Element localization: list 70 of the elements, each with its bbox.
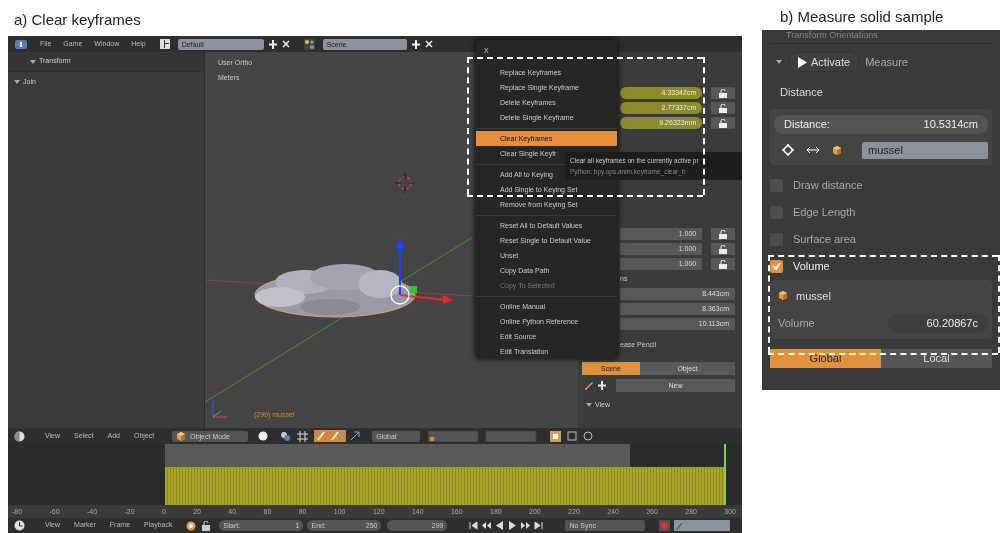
play-icon bbox=[798, 56, 807, 68]
proportional-icon[interactable] bbox=[583, 431, 594, 441]
snap-icon[interactable] bbox=[567, 431, 578, 441]
lock-icon[interactable] bbox=[201, 520, 212, 531]
arrow-icon[interactable] bbox=[350, 431, 361, 441]
plus-icon[interactable] bbox=[268, 39, 277, 49]
tab[interactable]: Global bbox=[770, 349, 881, 368]
camera-icon[interactable] bbox=[186, 520, 197, 531]
pencil-icon[interactable] bbox=[584, 380, 594, 391]
option-label: Edge Length bbox=[793, 204, 856, 220]
lock-icon bbox=[718, 118, 729, 128]
pivot-icon[interactable] bbox=[280, 430, 292, 442]
lock-icon bbox=[718, 244, 729, 254]
layout-icon[interactable] bbox=[159, 39, 170, 49]
record-icon[interactable] bbox=[659, 520, 671, 531]
scene-icon[interactable] bbox=[303, 38, 315, 50]
volume-field[interactable]: 60.20867c bbox=[888, 314, 988, 333]
lock-button[interactable] bbox=[711, 243, 735, 255]
object-field[interactable]: mussel bbox=[862, 141, 988, 159]
lock-icon bbox=[718, 229, 729, 239]
info-icon[interactable] bbox=[14, 38, 28, 50]
lock-button[interactable] bbox=[711, 228, 735, 240]
jump-end-icon[interactable] bbox=[534, 521, 544, 530]
play-icon[interactable] bbox=[508, 521, 518, 530]
panel-title: Measure bbox=[865, 54, 908, 70]
double-arrow-icon[interactable] bbox=[806, 146, 820, 154]
close-icon[interactable] bbox=[424, 40, 433, 48]
figure-caption: b) Measure solid sample bbox=[779, 7, 945, 27]
field-label: Volume bbox=[778, 316, 815, 332]
play-reverse-icon[interactable] bbox=[495, 521, 505, 530]
field-value: 10.5314cm bbox=[923, 116, 978, 132]
panel-header: Transform Orientations bbox=[770, 30, 992, 44]
triangle-icon bbox=[14, 80, 20, 84]
distance-field[interactable]: Distance: 10.5314cm bbox=[774, 114, 988, 134]
tab[interactable]: Local bbox=[881, 349, 992, 368]
render-icon[interactable] bbox=[550, 430, 562, 442]
option-label: Draw distance bbox=[793, 177, 863, 193]
lock-icon bbox=[718, 103, 729, 113]
figure-caption: a) Clear keyframes bbox=[13, 10, 142, 30]
manipulator-icon[interactable] bbox=[314, 430, 347, 442]
plus-icon[interactable] bbox=[411, 39, 420, 49]
field-label: Distance: bbox=[784, 116, 830, 132]
fast-forward-icon[interactable] bbox=[521, 521, 531, 530]
option-label: Surface area bbox=[793, 231, 856, 247]
object-name: mussel bbox=[796, 288, 831, 304]
close-icon[interactable] bbox=[281, 40, 290, 48]
cube-icon bbox=[778, 290, 788, 302]
checkbox[interactable] bbox=[770, 259, 783, 273]
grid-icon[interactable] bbox=[297, 430, 309, 442]
jump-start-icon[interactable] bbox=[469, 521, 479, 530]
triangle-icon bbox=[30, 59, 36, 64]
lock-button[interactable] bbox=[711, 117, 735, 129]
option-label: Volume bbox=[793, 258, 830, 274]
crosshair-icon[interactable] bbox=[782, 144, 794, 156]
cube-icon[interactable] bbox=[832, 144, 842, 156]
lock-button[interactable] bbox=[711, 87, 735, 99]
lock-icon bbox=[718, 88, 729, 98]
activate-button[interactable]: Activate bbox=[789, 51, 860, 73]
lock-icon bbox=[718, 259, 729, 269]
rewind-icon[interactable] bbox=[482, 521, 492, 530]
triangle-icon bbox=[776, 60, 782, 64]
lock-button[interactable] bbox=[711, 258, 735, 270]
lock-button[interactable] bbox=[711, 102, 735, 114]
plus-icon[interactable] bbox=[598, 381, 606, 390]
cube-icon bbox=[176, 430, 187, 442]
sphere-icon[interactable] bbox=[258, 431, 269, 441]
section-label: Distance bbox=[780, 85, 824, 100]
triangle-icon bbox=[586, 403, 592, 408]
sphere-icon[interactable] bbox=[14, 430, 25, 442]
clock-icon[interactable] bbox=[14, 520, 25, 531]
